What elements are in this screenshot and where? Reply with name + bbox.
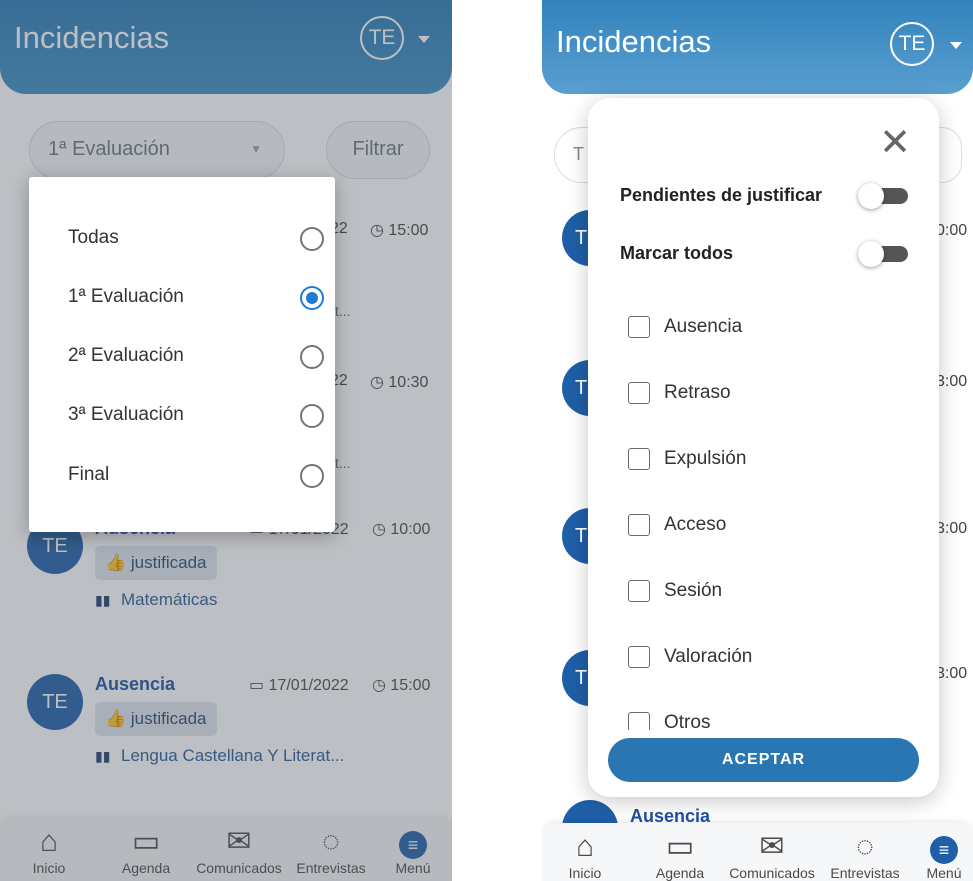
- nav-label: Menú: [926, 865, 962, 881]
- checkbox-ausencia[interactable]: Ausencia: [628, 312, 888, 344]
- checkbox[interactable]: [628, 448, 650, 470]
- incident-time-fragment: 3:00: [936, 665, 968, 682]
- nav-label: Inicio: [568, 865, 602, 881]
- toggle-label: Pendientes de justificar: [620, 185, 823, 205]
- close-icon[interactable]: ✕: [879, 124, 911, 162]
- checkbox-valoracion[interactable]: Valoración: [628, 642, 888, 674]
- checkbox[interactable]: [628, 316, 650, 338]
- checkbox-sesion[interactable]: Sesión: [628, 576, 888, 608]
- incident-time-fragment: 0:00: [936, 222, 968, 239]
- checkbox[interactable]: [628, 514, 650, 536]
- toggle-knob: [858, 183, 884, 209]
- option-label: Todas: [68, 227, 119, 248]
- left-screen: Incidencias TE 1ª Evaluación ▼ Filtrar 2…: [0, 0, 452, 881]
- nav-label: Entrevistas: [830, 865, 900, 881]
- search-input-text: T: [573, 144, 584, 164]
- nav-label: Comunicados: [729, 865, 815, 881]
- option-label: 2ª Evaluación: [68, 345, 184, 366]
- checkbox-otros[interactable]: Otros: [628, 708, 888, 730]
- checkbox-label: Valoración: [664, 646, 753, 667]
- nav-agenda[interactable]: ▭ Agenda: [646, 831, 714, 881]
- checkbox-label: Sesión: [664, 580, 723, 601]
- nav-comunicados[interactable]: ✉ Comunicados: [718, 831, 826, 881]
- dropdown-option-final[interactable]: Final: [68, 455, 328, 495]
- radio-button[interactable]: [300, 345, 324, 369]
- checkbox[interactable]: [628, 712, 650, 730]
- chevron-down-icon[interactable]: [950, 42, 962, 49]
- checkbox-expulsion[interactable]: Expulsión: [628, 444, 888, 476]
- checkbox-label: Ausencia: [664, 316, 743, 337]
- option-label: 1ª Evaluación: [68, 286, 184, 307]
- toggle-switch[interactable]: [858, 241, 908, 267]
- dropdown-option-2a-evaluacion[interactable]: 2ª Evaluación: [68, 336, 328, 376]
- envelope-icon: ✉: [759, 830, 785, 863]
- dropdown-option-1a-evaluacion[interactable]: 1ª Evaluación: [68, 277, 328, 317]
- nav-inicio[interactable]: ⌂ Inicio: [560, 831, 610, 881]
- toggle-marcar-todos[interactable]: Marcar todos: [620, 238, 910, 270]
- checkbox[interactable]: [628, 580, 650, 602]
- dropdown-option-3a-evaluacion[interactable]: 3ª Evaluación: [68, 395, 328, 435]
- option-label: Final: [68, 464, 110, 485]
- right-screen: Incidencias TE T T T T T 0:00 3:00 3:00 …: [542, 0, 973, 881]
- checkbox-retraso[interactable]: Retraso: [628, 378, 888, 410]
- calendar-icon: ▭: [665, 830, 695, 863]
- checkbox-label: Retraso: [664, 382, 731, 403]
- nav-entrevistas[interactable]: ◌ Entrevistas: [820, 831, 910, 881]
- bottom-nav: ⌂ Inicio ▭ Agenda ✉ Comunicados ◌ Entrevista…: [542, 823, 973, 881]
- toggle-knob: [858, 241, 884, 267]
- radio-button[interactable]: [300, 404, 324, 428]
- home-icon: ⌂: [575, 830, 595, 863]
- toggle-pendientes[interactable]: Pendientes de justificar: [620, 180, 910, 212]
- incident-time-fragment: 3:00: [936, 520, 968, 537]
- dropdown-option-todas[interactable]: Todas: [68, 218, 328, 258]
- toggle-label: Marcar todos: [620, 243, 734, 263]
- period-dropdown: Todas 1ª Evaluación 2ª Evaluación 3ª Eva…: [29, 177, 335, 532]
- toggle-switch[interactable]: [858, 183, 908, 209]
- app-header: Incidencias TE: [542, 0, 973, 94]
- checkbox[interactable]: [628, 382, 650, 404]
- nav-label: Agenda: [655, 865, 705, 881]
- filter-modal: ✕ Pendientes de justificar Marcar todos …: [588, 98, 939, 797]
- radio-button-selected[interactable]: [300, 286, 324, 310]
- option-label: 3ª Evaluación: [68, 404, 184, 425]
- radio-button[interactable]: [300, 464, 324, 488]
- page-title: Incidencias: [556, 24, 712, 59]
- accept-button[interactable]: ACEPTAR: [608, 738, 919, 782]
- menu-icon: ≡: [920, 831, 968, 865]
- user-avatar-button[interactable]: TE: [890, 22, 934, 66]
- checkbox-label: Acceso: [664, 514, 727, 535]
- incident-time-fragment: 3:00: [936, 373, 968, 390]
- nav-menu[interactable]: ≡ Menú: [920, 831, 968, 881]
- checkbox-label: Expulsión: [664, 448, 747, 469]
- radio-button[interactable]: [300, 227, 324, 251]
- checkbox-acceso[interactable]: Acceso: [628, 510, 888, 542]
- chat-icon: ◌: [856, 830, 874, 863]
- checkbox[interactable]: [628, 646, 650, 668]
- checkbox-label: Otros: [664, 712, 711, 730]
